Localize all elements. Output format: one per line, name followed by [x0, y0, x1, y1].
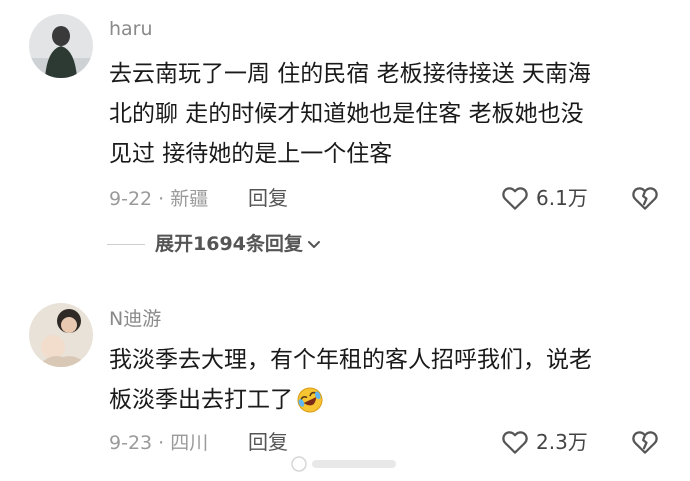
expand-replies-button[interactable]: 展开1694条回复	[107, 232, 322, 256]
like-count: 2.3万	[536, 430, 588, 454]
comment-line: 我淡季去大理，有个年租的客人招呼我们，说老	[109, 347, 592, 373]
rolling-laughing-emoji	[297, 387, 323, 413]
avatar[interactable]	[29, 14, 93, 78]
heart-outline-icon	[502, 187, 528, 210]
like-button[interactable]: 6.1万	[500, 183, 588, 213]
comment-text: 我淡季去大理，有个年租的客人招呼我们，说老 板淡季出去打工了	[109, 340, 669, 420]
username[interactable]: haru	[109, 17, 153, 41]
like-button[interactable]: 2.3万	[500, 427, 588, 457]
reply-button[interactable]: 回复	[248, 186, 288, 210]
expand-replies-label: 展开1694条回复	[155, 233, 303, 255]
comment-line: 板淡季出去打工了	[109, 387, 293, 413]
divider	[107, 243, 145, 245]
date-location: 9-22 · 新疆	[109, 188, 209, 210]
comment-text: 去云南玩了一周 住的民宿 老板接待接送 天南海 北的聊 走的时候才知道她也是住客…	[109, 54, 669, 174]
date-location: 9-23 · 四川	[109, 432, 209, 454]
comment-line: 见过 接待她的是上一个住客	[109, 141, 393, 167]
comment-item: haru 去云南玩了一周 住的民宿 老板接待接送 天南海 北的聊 走的时候才知道…	[0, 0, 690, 270]
broken-heart-icon	[632, 187, 658, 210]
comment-line-with-emoji: 板淡季出去打工了	[109, 380, 669, 420]
dislike-button[interactable]	[630, 427, 660, 457]
comment-line: 北的聊 走的时候才知道她也是住客 老板她也没	[109, 101, 584, 127]
watermark-logo-icon	[291, 456, 396, 472]
reply-button[interactable]: 回复	[248, 430, 288, 454]
comment-item: N迪游 我淡季去大理，有个年租的客人招呼我们，说老 板淡季出去打工了 9-23 …	[0, 290, 690, 481]
comment-line: 去云南玩了一周 住的民宿 老板接待接送 天南海	[109, 61, 591, 87]
heart-outline-icon	[502, 431, 528, 454]
chevron-down-icon	[307, 241, 320, 248]
dislike-button[interactable]	[630, 183, 660, 213]
watermark	[290, 455, 400, 473]
username[interactable]: N迪游	[109, 307, 161, 331]
avatar[interactable]	[29, 303, 93, 367]
like-count: 6.1万	[536, 186, 588, 210]
broken-heart-icon	[632, 431, 658, 454]
